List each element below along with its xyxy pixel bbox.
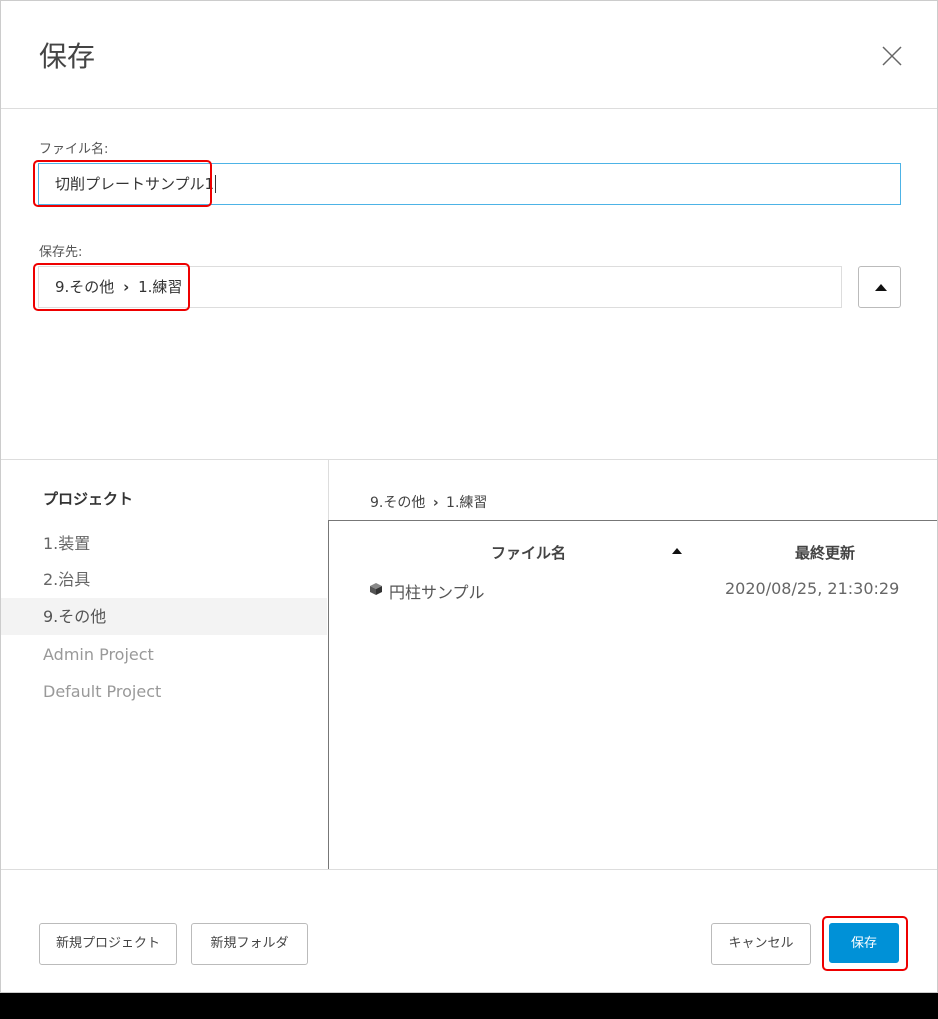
browser-area: プロジェクト 1.装置 2.治具 9.その他 Admin Project Def… (1, 459, 937, 870)
filename-value: 切削プレートサンプル1 (55, 175, 215, 193)
bottom-strip (0, 993, 938, 1019)
filename-input[interactable]: 切削プレートサンプル1 (38, 163, 901, 205)
new-project-button[interactable]: 新規プロジェクト (39, 923, 177, 965)
expand-browser-button[interactable] (858, 266, 901, 308)
destination-subfolder: 1.練習 (138, 278, 183, 296)
breadcrumb-separator: › (432, 495, 439, 511)
save-dialog: 保存 ファイル名: 切削プレートサンプル1 保存先: 9.その他 › 1.練習 … (0, 0, 938, 993)
breadcrumb-subfolder: 1.練習 (446, 495, 488, 511)
new-folder-button[interactable]: 新規フォルダ (191, 923, 308, 965)
sort-ascending-icon[interactable] (672, 548, 682, 554)
cancel-button[interactable]: キャンセル (711, 923, 811, 965)
project-sidebar: プロジェクト 1.装置 2.治具 9.その他 Admin Project Def… (1, 460, 329, 869)
breadcrumb-folder[interactable]: 9.その他 (370, 495, 425, 511)
dialog-title: 保存 (39, 40, 96, 73)
destination-field[interactable]: 9.その他 › 1.練習 (38, 266, 842, 308)
destination-label: 保存先: (39, 245, 83, 260)
column-header-name[interactable]: ファイル名 (491, 542, 566, 563)
dialog-header: 保存 (1, 1, 937, 109)
save-button[interactable]: 保存 (829, 923, 899, 963)
file-name: 円柱サンプル (389, 583, 485, 602)
file-modified: 2020/08/25, 21:30:29 (725, 579, 900, 598)
sidebar-item-other[interactable]: 9.その他 (1, 598, 327, 635)
sidebar-item-device[interactable]: 1.装置 (1, 525, 327, 562)
sidebar-item-default-project[interactable]: Default Project (1, 673, 327, 710)
file-list: ファイル名 最終更新 円柱サンプル 2020/08/25, 21:30:29 (328, 520, 937, 869)
cube-icon (370, 583, 382, 595)
sidebar-item-admin-project[interactable]: Admin Project (1, 636, 327, 673)
breadcrumb: 9.その他 › 1.練習 (370, 492, 487, 512)
close-icon[interactable] (881, 45, 903, 67)
path-separator: › (123, 278, 130, 296)
column-header-modified[interactable]: 最終更新 (795, 542, 855, 563)
destination-folder: 9.その他 (55, 278, 115, 296)
triangle-up-icon (875, 284, 887, 291)
filename-label: ファイル名: (39, 142, 109, 157)
sidebar-title: プロジェクト (43, 490, 134, 508)
file-row[interactable]: 円柱サンプル 2020/08/25, 21:30:29 (329, 571, 937, 607)
sidebar-item-jig[interactable]: 2.治具 (1, 561, 327, 598)
